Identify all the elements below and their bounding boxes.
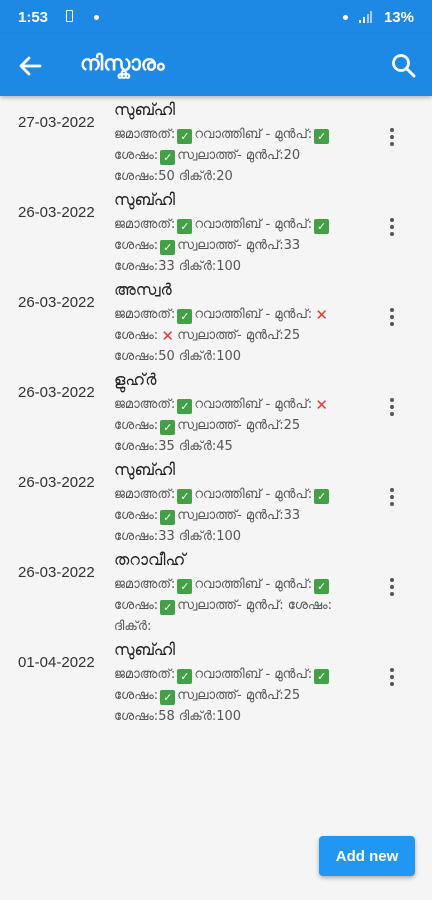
entry-prayer: സുബ്ഹി: [114, 640, 175, 659]
check-mark-icon: ✓: [177, 579, 193, 594]
check-mark-icon: ✓: [177, 399, 193, 414]
page-title: നിസ്കാരം: [80, 51, 165, 75]
entry-detail: ജമാഅത്: ✓ റവാത്തിബ് - മുൻപ്: ✓ശേഷം: ✓ സ്വലാത്…: [114, 124, 350, 187]
arrow-left-icon[interactable]: [14, 50, 46, 82]
check-mark-icon: ✓: [160, 690, 176, 705]
entry-detail: ജമാഅത്: ✓ റവാത്തിബ് - മുൻപ്: ✕ശേഷം: ✓ സ്വലാത്…: [114, 396, 328, 454]
entry-prayer: സുബ്ഹി: [114, 100, 175, 119]
check-mark-icon: ✓: [160, 150, 176, 165]
entry-date: 26-03-2022: [18, 204, 95, 221]
status-time: 1:53: [18, 9, 49, 26]
more-vert-icon[interactable]: [388, 488, 396, 510]
check-mark-icon: ✓: [314, 669, 330, 684]
more-vert-icon[interactable]: [388, 218, 396, 240]
notification-dot-icon: [343, 15, 348, 20]
more-vert-icon[interactable]: [388, 398, 396, 420]
app-bar: നിസ്കാരം: [0, 34, 432, 96]
check-mark-icon: ✓: [177, 129, 193, 144]
entry-prayer: അസ്വർ: [114, 280, 172, 299]
check-mark-icon: ✓: [314, 129, 330, 144]
entry-date: 26-03-2022: [18, 384, 95, 401]
list-item[interactable]: 26-03-2022 അസ്വർ ജമാഅത്: ✓ റവാത്തിബ് - മുൻപ്…: [0, 276, 432, 366]
entry-detail: ജമാഅത്: ✓ റവാത്തിബ് - മുൻപ്: ✓ശേഷം: ✓ സ്വലാത്…: [114, 577, 332, 634]
add-new-button[interactable]: Add new: [319, 836, 415, 876]
list-item[interactable]: 26-03-2022 ളുഹ്ർ ജമാഅത്: ✓ റവാത്തിബ് - മുൻപ്…: [0, 366, 432, 456]
check-mark-icon: ✓: [177, 309, 193, 324]
check-mark-icon: ✓: [177, 669, 193, 684]
check-mark-icon: ✓: [160, 240, 176, 255]
entry-prayer: സുബ്ഹി: [114, 460, 175, 479]
more-vert-icon[interactable]: [388, 668, 396, 690]
notification-dot-icon: [94, 15, 99, 20]
entry-date: 26-03-2022: [18, 474, 95, 491]
entry-prayer: ളുഹ്ർ: [114, 370, 157, 389]
signal-icon: [359, 11, 372, 23]
entry-date: 26-03-2022: [18, 294, 95, 311]
entry-prayer: സുബ്ഹി: [114, 190, 175, 209]
list-item[interactable]: 26-03-2022 തറാവീഹ് ജമാഅത്: ✓ റവാത്തിബ് - മുൻ…: [0, 546, 432, 636]
search-icon[interactable]: [388, 50, 420, 82]
entry-date: 01-04-2022: [18, 654, 95, 671]
list-item[interactable]: 27-03-2022 സുബ്ഹി ജമാഅത്: ✓ റവാത്തിബ് - മുൻപ…: [0, 96, 432, 186]
check-mark-icon: ✓: [177, 219, 193, 234]
entry-date: 27-03-2022: [18, 114, 95, 131]
check-mark-icon: ✓: [177, 489, 193, 504]
entry-detail: ജമാഅത്: ✓ റവാത്തിബ് - മുൻപ്: ✓ശേഷം: ✓ സ്വലാത്…: [114, 664, 350, 727]
more-vert-icon[interactable]: [388, 308, 396, 330]
list-item[interactable]: 26-03-2022 സുബ്ഹി ജമാഅത്: ✓ റവാത്തിബ് - മുൻപ…: [0, 456, 432, 546]
check-mark-icon: ✓: [314, 219, 330, 234]
more-vert-icon[interactable]: [388, 578, 396, 600]
entry-detail: ജമാഅത്: ✓ റവാത്തിബ് - മുൻപ്: ✓ശേഷം: ✓ സ്വലാത്…: [114, 214, 350, 277]
list-item[interactable]: 26-03-2022 സുബ്ഹി ജമാഅത്: ✓ റവാത്തിബ് - മുൻപ…: [0, 186, 432, 276]
more-vert-icon[interactable]: [388, 128, 396, 150]
check-mark-icon: ✓: [314, 489, 330, 504]
cross-mark-icon: ✕: [161, 327, 174, 345]
entry-prayer: തറാവീഹ്: [114, 550, 186, 569]
check-mark-icon: ✓: [160, 600, 176, 615]
prayer-list: 27-03-2022 സുബ്ഹി ജമാഅത്: ✓ റവാത്തിബ് - മുൻപ…: [0, 96, 432, 726]
check-mark-icon: ✓: [160, 420, 176, 435]
cross-mark-icon: ✕: [315, 306, 328, 324]
list-item[interactable]: 01-04-2022 സുബ്ഹി ജമാഅത്: ✓ റവാത്തിബ് - മുൻപ…: [0, 636, 432, 726]
entry-detail: ജമാഅത്: ✓ റവാത്തിബ് - മുൻപ്: ✓ശേഷം: ✓ സ്വലാത്…: [114, 484, 350, 547]
status-bar: 1:53 13%: [0, 0, 432, 34]
check-mark-icon: ✓: [160, 510, 176, 525]
battery-percent: 13%: [383, 9, 414, 26]
check-mark-icon: ✓: [314, 579, 330, 594]
entry-date: 26-03-2022: [18, 564, 95, 581]
cross-mark-icon: ✕: [315, 396, 328, 414]
battery-saver-icon: [66, 10, 73, 22]
entry-detail: ജമാഅത്: ✓ റവാത്തിബ് - മുൻപ്: ✕ശേഷം: ✕ സ്വലാത്…: [114, 306, 328, 364]
